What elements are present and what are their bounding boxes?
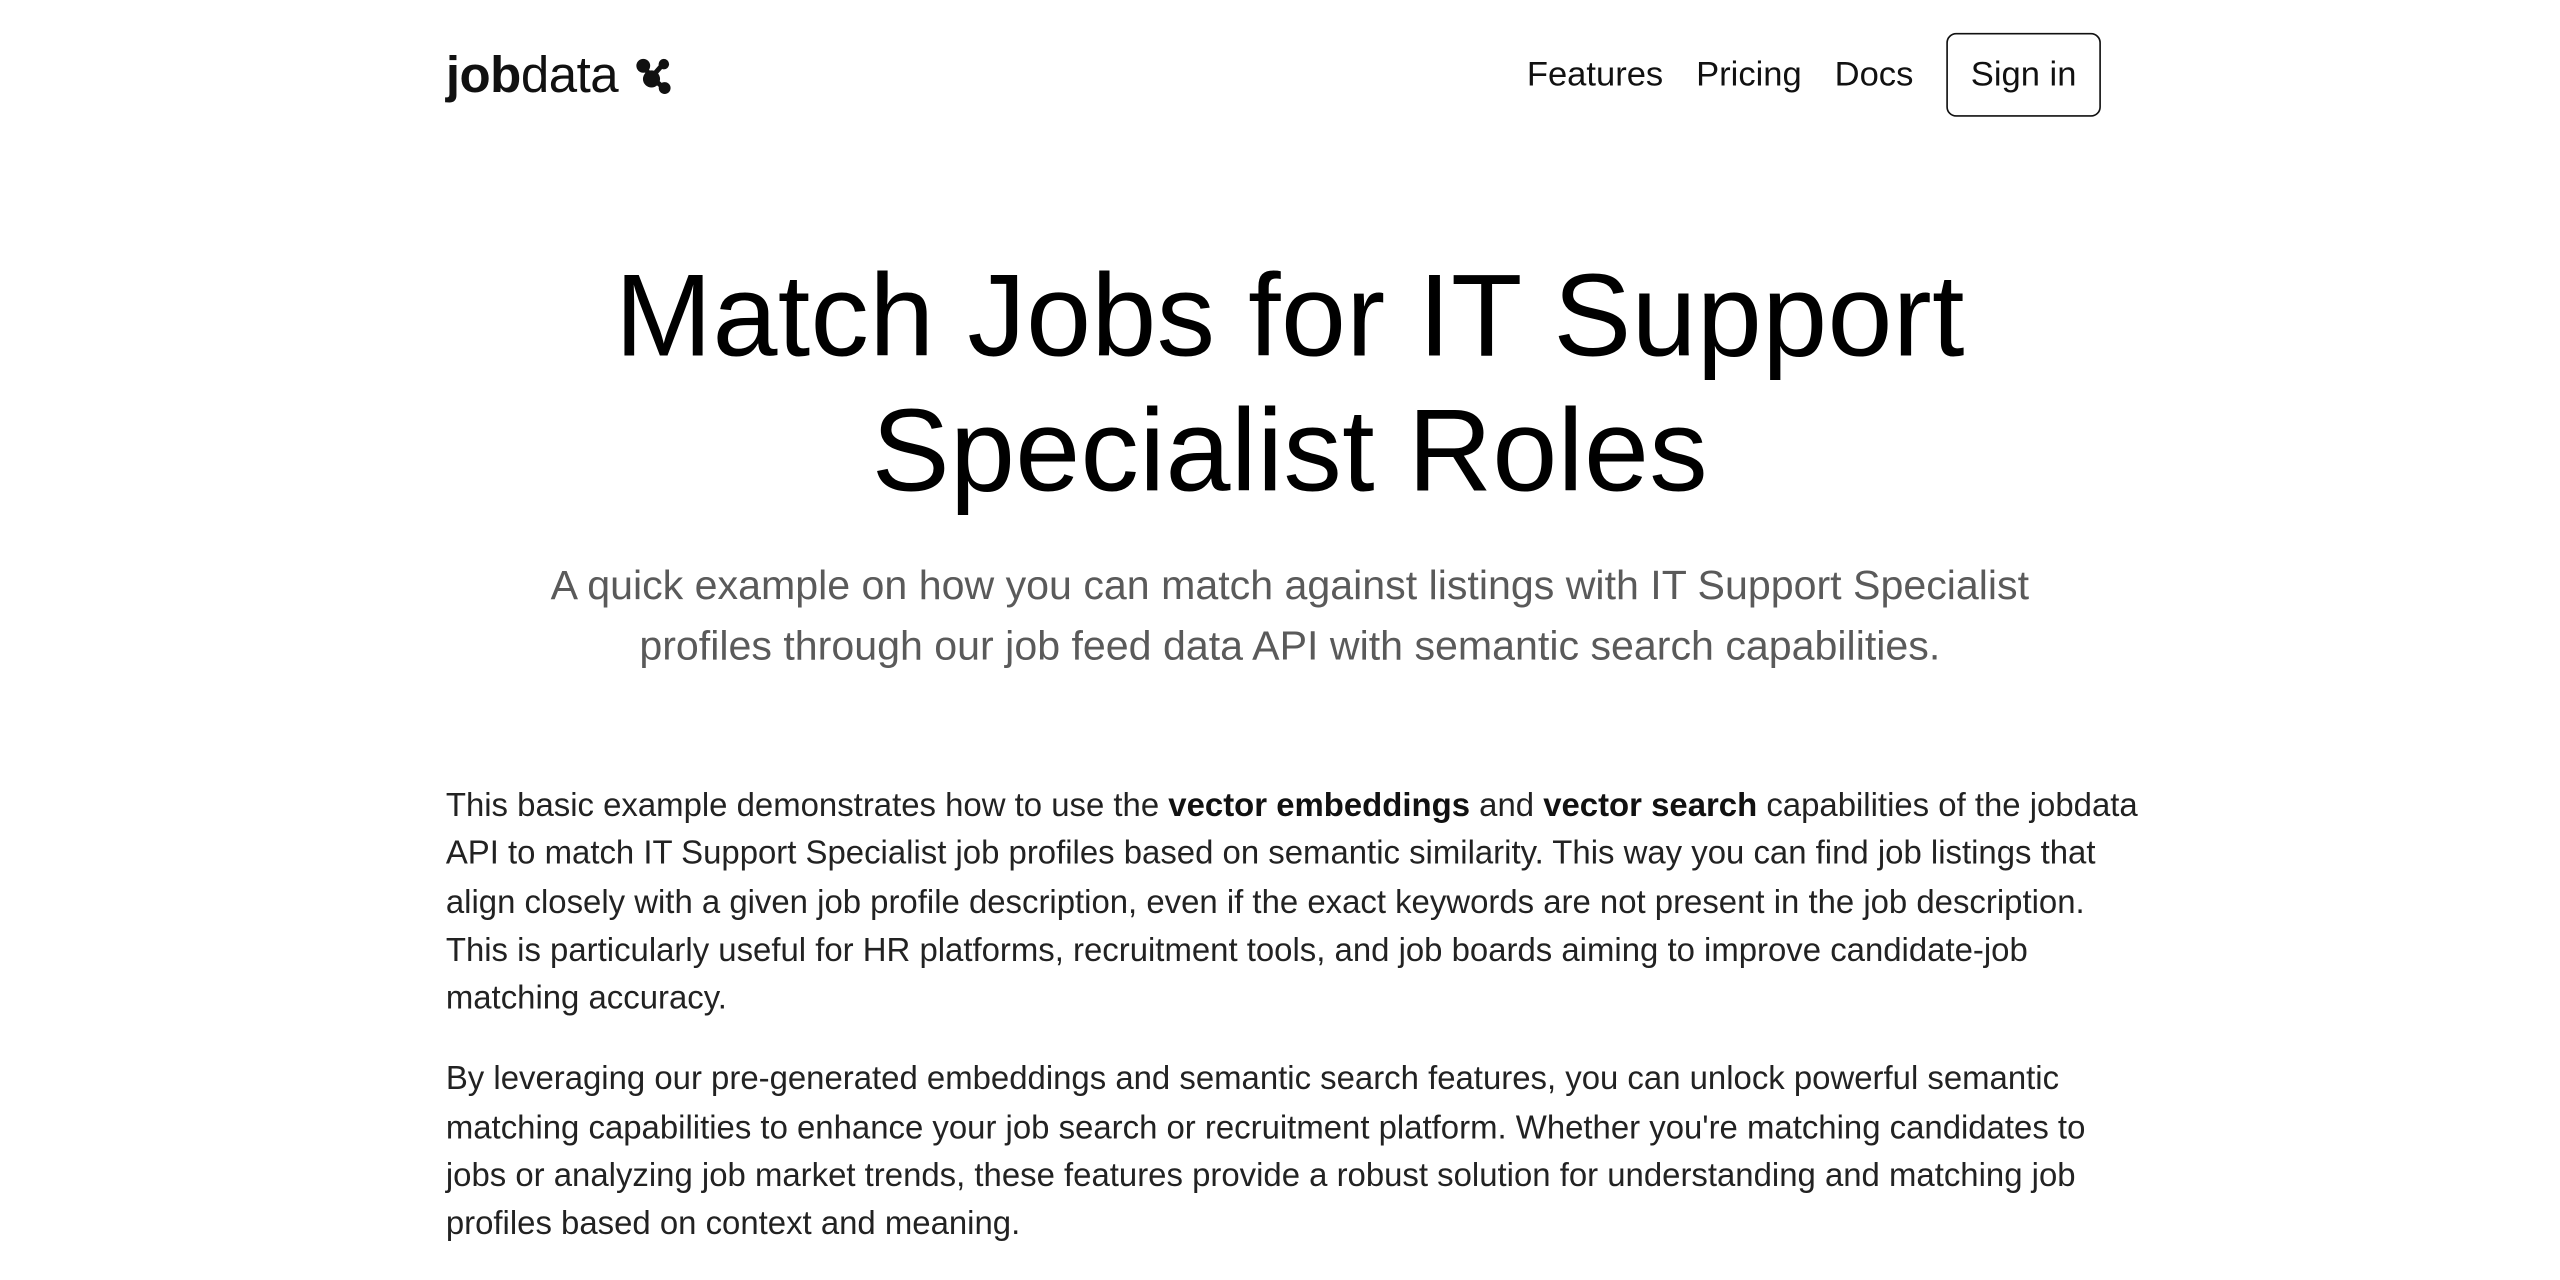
main-nav: Features Pricing Docs Sign in bbox=[1527, 32, 2101, 117]
brand-name-bold: job bbox=[445, 45, 522, 103]
intro-text-1: This basic example demonstrates how to u… bbox=[445, 788, 1169, 825]
intro-text-2: and bbox=[1470, 788, 1544, 825]
top-navigation: job data Features Pricing Docs Sign in bbox=[446, 32, 2101, 117]
article-body: This basic example demonstrates how to u… bbox=[446, 783, 2141, 1280]
brand-logo-link[interactable]: job data bbox=[446, 33, 673, 117]
hero-section: Match Jobs for IT Support Specialist Rol… bbox=[446, 250, 2134, 678]
sign-in-button[interactable]: Sign in bbox=[1946, 32, 2101, 117]
brand-name-light: data bbox=[520, 45, 619, 103]
page-title-line-1: Match Jobs for IT Support bbox=[614, 251, 1965, 382]
nav-pricing-link[interactable]: Pricing bbox=[1696, 55, 1802, 94]
nav-features-link[interactable]: Features bbox=[1527, 55, 1663, 94]
nav-docs-link[interactable]: Docs bbox=[1835, 55, 1914, 94]
molecule-icon bbox=[635, 58, 671, 94]
page-subtitle: A quick example on how you can match aga… bbox=[550, 562, 2030, 670]
page-title-line-2: Specialist Roles bbox=[871, 386, 1708, 517]
intro-bold-vector-search: vector search bbox=[1543, 788, 1758, 825]
page: job data Features Pricing Docs Sign in Ma… bbox=[0, 0, 2560, 1280]
page-title: Match Jobs for IT Support Specialist Rol… bbox=[446, 250, 2134, 520]
intro-paragraph: This basic example demonstrates how to u… bbox=[446, 783, 2141, 1024]
second-paragraph: By leveraging our pre-generated embeddin… bbox=[445, 1061, 2086, 1243]
intro-bold-vector-embeddings: vector embeddings bbox=[1168, 788, 1471, 825]
